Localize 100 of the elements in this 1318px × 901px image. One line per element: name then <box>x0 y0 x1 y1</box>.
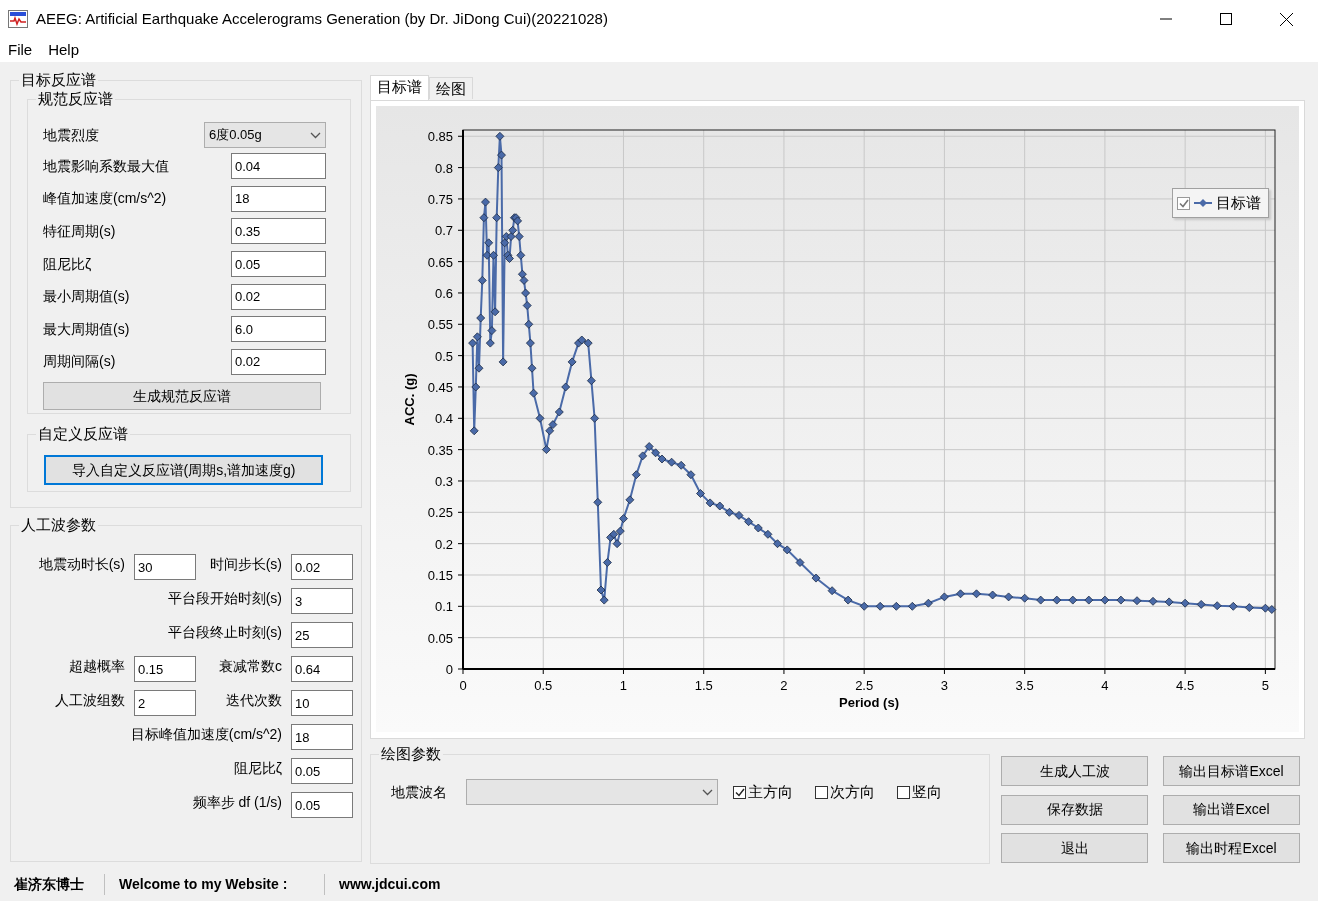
caret-icon <box>310 131 321 139</box>
field-label: 衰减常数c <box>218 657 282 676</box>
text-field[interactable]: 18 <box>291 724 353 750</box>
data-marker <box>1196 600 1206 609</box>
text-field[interactable]: 0.05 <box>231 251 326 278</box>
dropdown[interactable]: 6度0.05g <box>204 122 326 148</box>
close-icon[interactable] <box>1280 12 1293 26</box>
axis-tick-label: 2.5 <box>855 678 874 693</box>
axis-tick-label: 0.4 <box>434 411 453 427</box>
axis-tick-label: 0.35 <box>427 442 453 458</box>
data-marker <box>1004 592 1013 602</box>
data-marker <box>469 426 479 436</box>
data-marker <box>1267 605 1277 614</box>
text-field[interactable]: 0.15 <box>134 656 196 682</box>
text-field[interactable]: 0.35 <box>231 218 326 245</box>
field-label: 平台段终止时刻(s) <box>166 623 282 642</box>
axis-tick-label: 1 <box>619 678 628 693</box>
status-text: Welcome to my Website : <box>119 876 288 892</box>
data-marker <box>593 497 603 507</box>
checkbox[interactable] <box>815 785 828 799</box>
field-label: 时间步长(s) <box>208 555 282 574</box>
data-marker <box>811 573 821 583</box>
text-field[interactable]: 0.04 <box>231 153 326 180</box>
data-marker <box>596 585 606 595</box>
text-field[interactable]: 0.02 <box>231 348 326 375</box>
data-marker <box>1212 601 1222 611</box>
data-marker <box>474 363 484 373</box>
button[interactable]: 退出 <box>1001 833 1148 864</box>
data-marker <box>715 501 725 511</box>
text-field[interactable]: 0.02 <box>231 283 326 310</box>
data-marker <box>561 382 571 392</box>
text-field[interactable]: 0.02 <box>291 554 353 580</box>
field-label: 迭代次数 <box>225 691 282 710</box>
button[interactable]: 生成人工波 <box>1001 756 1148 786</box>
checkbox[interactable] <box>897 785 910 799</box>
data-marker <box>1100 595 1110 605</box>
data-marker <box>667 457 676 467</box>
data-marker <box>508 225 518 235</box>
data-marker <box>545 426 555 436</box>
field-label: 峰值加速度(cm/s^2) <box>43 189 167 209</box>
tab[interactable]: 目标谱 <box>370 75 429 100</box>
text-field[interactable]: 0.64 <box>291 656 353 682</box>
checkbox[interactable] <box>733 785 746 799</box>
field-label: 最大周期值(s) <box>43 319 130 339</box>
button[interactable]: 生成规范反应谱 <box>43 382 321 411</box>
data-marker <box>956 589 965 599</box>
data-marker <box>795 558 805 567</box>
data-marker <box>924 598 933 608</box>
data-marker <box>473 332 482 342</box>
button[interactable]: 保存数据 <box>1001 794 1148 825</box>
data-marker <box>1116 595 1126 605</box>
text-field[interactable]: 18 <box>231 185 326 212</box>
data-marker <box>744 517 753 527</box>
data-marker <box>875 601 885 611</box>
text-field[interactable]: 2 <box>134 690 196 716</box>
axis-tick-label: 0.2 <box>434 536 453 552</box>
axis-title: Period (s) <box>839 695 899 710</box>
data-marker <box>542 445 551 454</box>
data-marker <box>567 357 577 367</box>
data-marker <box>590 413 599 423</box>
field-label: 特征周期(s) <box>43 222 116 241</box>
text-field[interactable]: 0.05 <box>291 792 353 818</box>
field-label: 超越概率 <box>68 657 125 676</box>
axis-tick-label: 2 <box>780 678 788 693</box>
axis-tick-label: 0.55 <box>427 317 453 333</box>
button[interactable]: 导入自定义反应谱(周期s,谱加速度g) <box>44 455 323 485</box>
text-field[interactable]: 30 <box>134 554 196 580</box>
group-title: 规范反应谱 <box>36 89 115 109</box>
menu-item[interactable]: File <box>8 38 33 62</box>
data-marker <box>1261 603 1270 613</box>
axis-tick-label: 0.5 <box>434 348 453 364</box>
data-marker <box>577 335 587 345</box>
tab[interactable]: 绘图 <box>429 77 473 99</box>
checkbox[interactable] <box>1177 196 1190 210</box>
text-field[interactable]: 3 <box>291 588 353 614</box>
data-marker <box>625 495 635 505</box>
data-marker <box>859 601 869 611</box>
axis-tick-label: 1.5 <box>694 678 713 693</box>
button[interactable]: 输出时程Excel <box>1163 833 1300 864</box>
field-label: 地震波名 <box>391 782 447 802</box>
caret-icon <box>702 788 713 796</box>
group-title: 自定义反应谱 <box>36 424 130 444</box>
field-label: 地震影响系数最大值 <box>43 156 169 176</box>
button[interactable]: 输出谱Excel <box>1163 794 1300 825</box>
axis-tick-label: 5 <box>1261 678 1269 693</box>
maximize-icon[interactable] <box>1220 13 1232 25</box>
text-field[interactable]: 0.05 <box>291 758 353 784</box>
data-marker <box>1036 595 1046 605</box>
data-marker <box>495 131 505 141</box>
text-field[interactable]: 10 <box>291 690 353 716</box>
text-field[interactable]: 6.0 <box>231 316 326 343</box>
data-marker <box>1052 595 1062 605</box>
data-marker <box>1164 597 1174 607</box>
menu-item[interactable]: Help <box>48 38 80 62</box>
data-marker <box>514 232 524 241</box>
axis-tick-label: 4 <box>1101 678 1109 693</box>
data-marker <box>527 363 537 373</box>
text-field[interactable]: 25 <box>291 622 353 648</box>
data-marker <box>477 276 487 285</box>
button[interactable]: 输出目标谱Excel <box>1163 756 1300 786</box>
